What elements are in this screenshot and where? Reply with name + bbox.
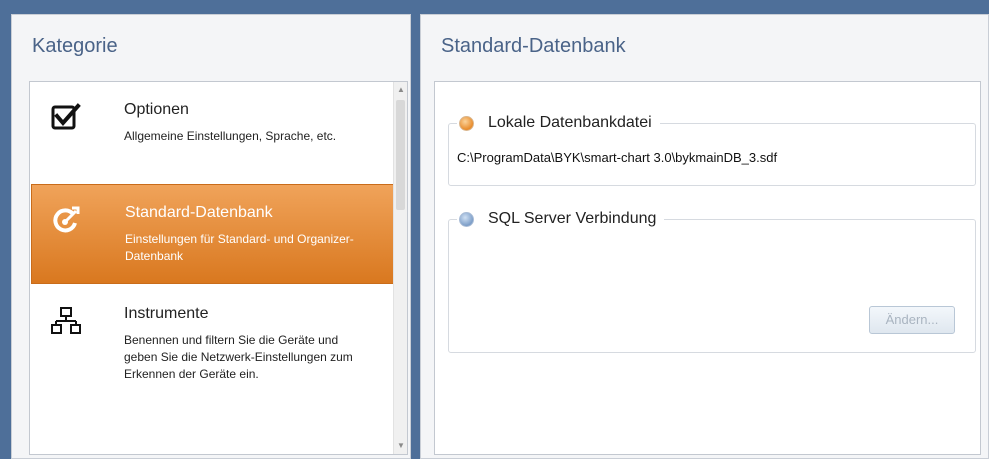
category-item-title: Optionen [124,101,189,118]
category-list[interactable]: Optionen Allgemeine Einstellungen, Sprac… [29,81,408,455]
category-item-description: Allgemeine Einstellungen, Sprache, etc. [124,129,337,143]
local-db-radio[interactable] [459,115,474,131]
scroll-thumb[interactable] [396,100,405,210]
category-item-title: Standard-Datenbank [125,204,273,221]
sql-server-header[interactable]: SQL Server Verbindung [457,207,665,231]
sql-server-radio[interactable] [459,211,474,227]
category-item-standard-datenbank[interactable]: Standard-Datenbank Einstellungen für Sta… [31,184,396,284]
vertical-scrollbar[interactable]: ▲ ▼ [393,82,407,454]
category-item-title: Instrumente [124,305,209,322]
sql-server-label: SQL Server Verbindung [488,210,657,227]
local-db-header[interactable]: Lokale Datenbankdatei [457,111,660,135]
database-settings-box: Lokale Datenbankdatei C:\ProgramData\BYK… [434,81,981,455]
category-item-description: Benennen und filtern Sie die Geräte und … [124,333,353,381]
change-button[interactable]: Ändern... [869,306,955,334]
category-title: Kategorie [32,35,118,57]
category-item-optionen[interactable]: Optionen Allgemeine Einstellungen, Sprac… [31,82,396,182]
database-target-icon [52,205,82,235]
network-icon [51,306,81,336]
database-panel: Standard-Datenbank Lokale Datenbankdatei… [420,14,989,459]
checkbox-checked-icon [51,102,81,132]
category-item-instrumente[interactable]: Instrumente Benennen und filtern Sie die… [31,286,396,436]
database-title: Standard-Datenbank [441,35,626,57]
scroll-down-arrow-icon[interactable]: ▼ [394,438,407,454]
local-db-label: Lokale Datenbankdatei [488,114,652,131]
local-db-group: Lokale Datenbankdatei C:\ProgramData\BYK… [448,111,976,186]
sql-server-group: SQL Server Verbindung Ändern... [448,207,976,353]
local-db-path: C:\ProgramData\BYK\smart-chart 3.0\bykma… [457,150,778,165]
category-panel: Kategorie Optionen Allgemeine Einstellun… [11,14,411,459]
category-item-description: Einstellungen für Standard- und Organize… [125,232,354,263]
scroll-up-arrow-icon[interactable]: ▲ [394,82,407,98]
